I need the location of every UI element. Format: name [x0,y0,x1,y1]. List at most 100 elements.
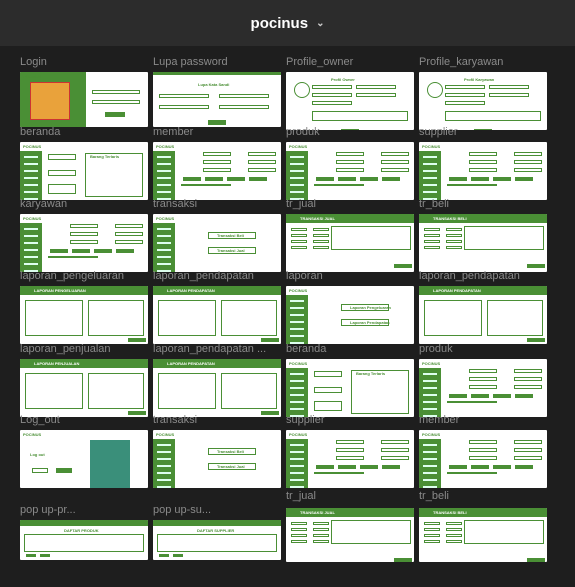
sidebar-nav[interactable] [286,439,308,488]
action-button[interactable] [205,177,223,181]
sidebar-item[interactable] [157,235,171,237]
input-field[interactable] [489,93,529,97]
print-button[interactable] [261,338,279,342]
input-field[interactable] [469,440,497,444]
sidebar-item[interactable] [157,465,171,467]
input-field[interactable] [312,85,352,89]
frame-label[interactable]: beranda [20,126,148,138]
action-button[interactable] [316,177,334,181]
frame-lappeng[interactable]: LAPORAN PENGELUARAN [20,286,148,344]
frame-label[interactable]: tr_jual [286,490,414,502]
frame-label[interactable]: laporan_pengeluaran [20,270,148,282]
action-button[interactable] [515,394,533,398]
login-button[interactable] [105,112,125,117]
input-field[interactable] [446,246,462,249]
input-field[interactable] [381,440,409,444]
frame-popup1[interactable]: DAFTAR PRODUK [20,520,148,560]
sidebar-nav[interactable] [153,439,175,488]
sidebar-item[interactable] [423,163,437,165]
input-field[interactable] [48,154,76,160]
sidebar-nav[interactable] [286,368,308,417]
sidebar-nav[interactable] [419,439,441,488]
table[interactable] [314,472,364,474]
frame-label[interactable]: member [153,126,281,138]
sidebar-item[interactable] [290,472,304,474]
input-field[interactable] [291,534,307,537]
input-field[interactable] [424,246,440,249]
sidebar-item[interactable] [157,486,171,488]
items-table[interactable] [331,226,411,250]
sidebar-item[interactable] [157,191,171,193]
sidebar-item[interactable] [290,328,304,330]
frame-label[interactable]: laporan_pendapatan [419,270,547,282]
action-button[interactable] [449,394,467,398]
sidebar-nav[interactable] [153,151,175,200]
frame-label[interactable]: tr_beli [419,490,547,502]
sidebar-item[interactable] [423,465,437,467]
input-field[interactable] [70,240,98,244]
frame-label[interactable]: tr_jual [286,198,414,210]
action-button[interactable] [227,177,245,181]
sidebar-nav[interactable] [419,151,441,200]
sidebar-item[interactable] [290,156,304,158]
sidebar-nav[interactable] [286,295,308,344]
input-field[interactable] [203,160,231,164]
input-field[interactable] [446,240,462,243]
input-field[interactable] [115,224,143,228]
input-field[interactable] [313,240,329,243]
input-field[interactable] [424,522,440,525]
sidebar-item[interactable] [290,401,304,403]
action-button[interactable] [493,394,511,398]
save-button[interactable] [527,558,545,562]
action-button[interactable] [382,465,400,469]
input-field[interactable] [92,100,140,104]
sidebar-item[interactable] [157,263,171,265]
sidebar-item[interactable] [290,300,304,302]
action-button[interactable] [338,177,356,181]
avatar[interactable] [294,82,310,98]
sidebar-item[interactable] [423,191,437,193]
sidebar-item[interactable] [290,458,304,460]
design-canvas[interactable]: Login Selamat Datang! POCINUS Lupa password… [0,46,575,587]
table-panel[interactable] [158,300,216,336]
sidebar-item[interactable] [24,163,38,165]
table[interactable] [447,184,497,186]
sidebar-item[interactable] [157,163,171,165]
input-field[interactable] [313,540,329,543]
frame-po[interactable]: Profil Owner [286,72,414,130]
sidebar-item[interactable] [157,249,171,251]
sidebar-item[interactable] [290,373,304,375]
frame-trjual2[interactable]: TRANSAKSI JUAL [286,508,414,562]
input-field[interactable] [336,440,364,444]
save-button[interactable] [527,264,545,268]
items-table[interactable] [464,226,544,250]
action-button[interactable] [515,465,533,469]
avatar[interactable] [427,82,443,98]
table-panel[interactable] [424,300,482,336]
frame-label[interactable]: karyawan [20,198,148,210]
sidebar-item[interactable] [157,184,171,186]
input-field[interactable] [489,85,529,89]
sidebar-item[interactable] [423,373,437,375]
input-field[interactable] [424,234,440,237]
sidebar-item[interactable] [423,486,437,488]
sidebar-item[interactable] [423,394,437,396]
table-panel[interactable] [487,300,543,336]
input-field[interactable] [159,105,209,109]
action-button[interactable] [183,177,201,181]
frame-lappenda[interactable]: LAPORAN PENDAPATAN [153,359,281,417]
input-field[interactable] [70,224,98,228]
frame-lappenj[interactable]: LAPORAN PENJUALAN [20,359,148,417]
input-field[interactable] [446,522,462,525]
action-button[interactable] [493,465,511,469]
input-field[interactable] [469,385,497,389]
table[interactable] [157,534,277,552]
frame-label[interactable]: transaksi [153,414,281,426]
input-field[interactable] [445,85,485,89]
save-button[interactable] [394,264,412,268]
sidebar-item[interactable] [423,444,437,446]
input-field[interactable] [469,448,497,452]
input-field[interactable] [291,540,307,543]
sidebar-item[interactable] [24,249,38,251]
input-field[interactable] [446,234,462,237]
